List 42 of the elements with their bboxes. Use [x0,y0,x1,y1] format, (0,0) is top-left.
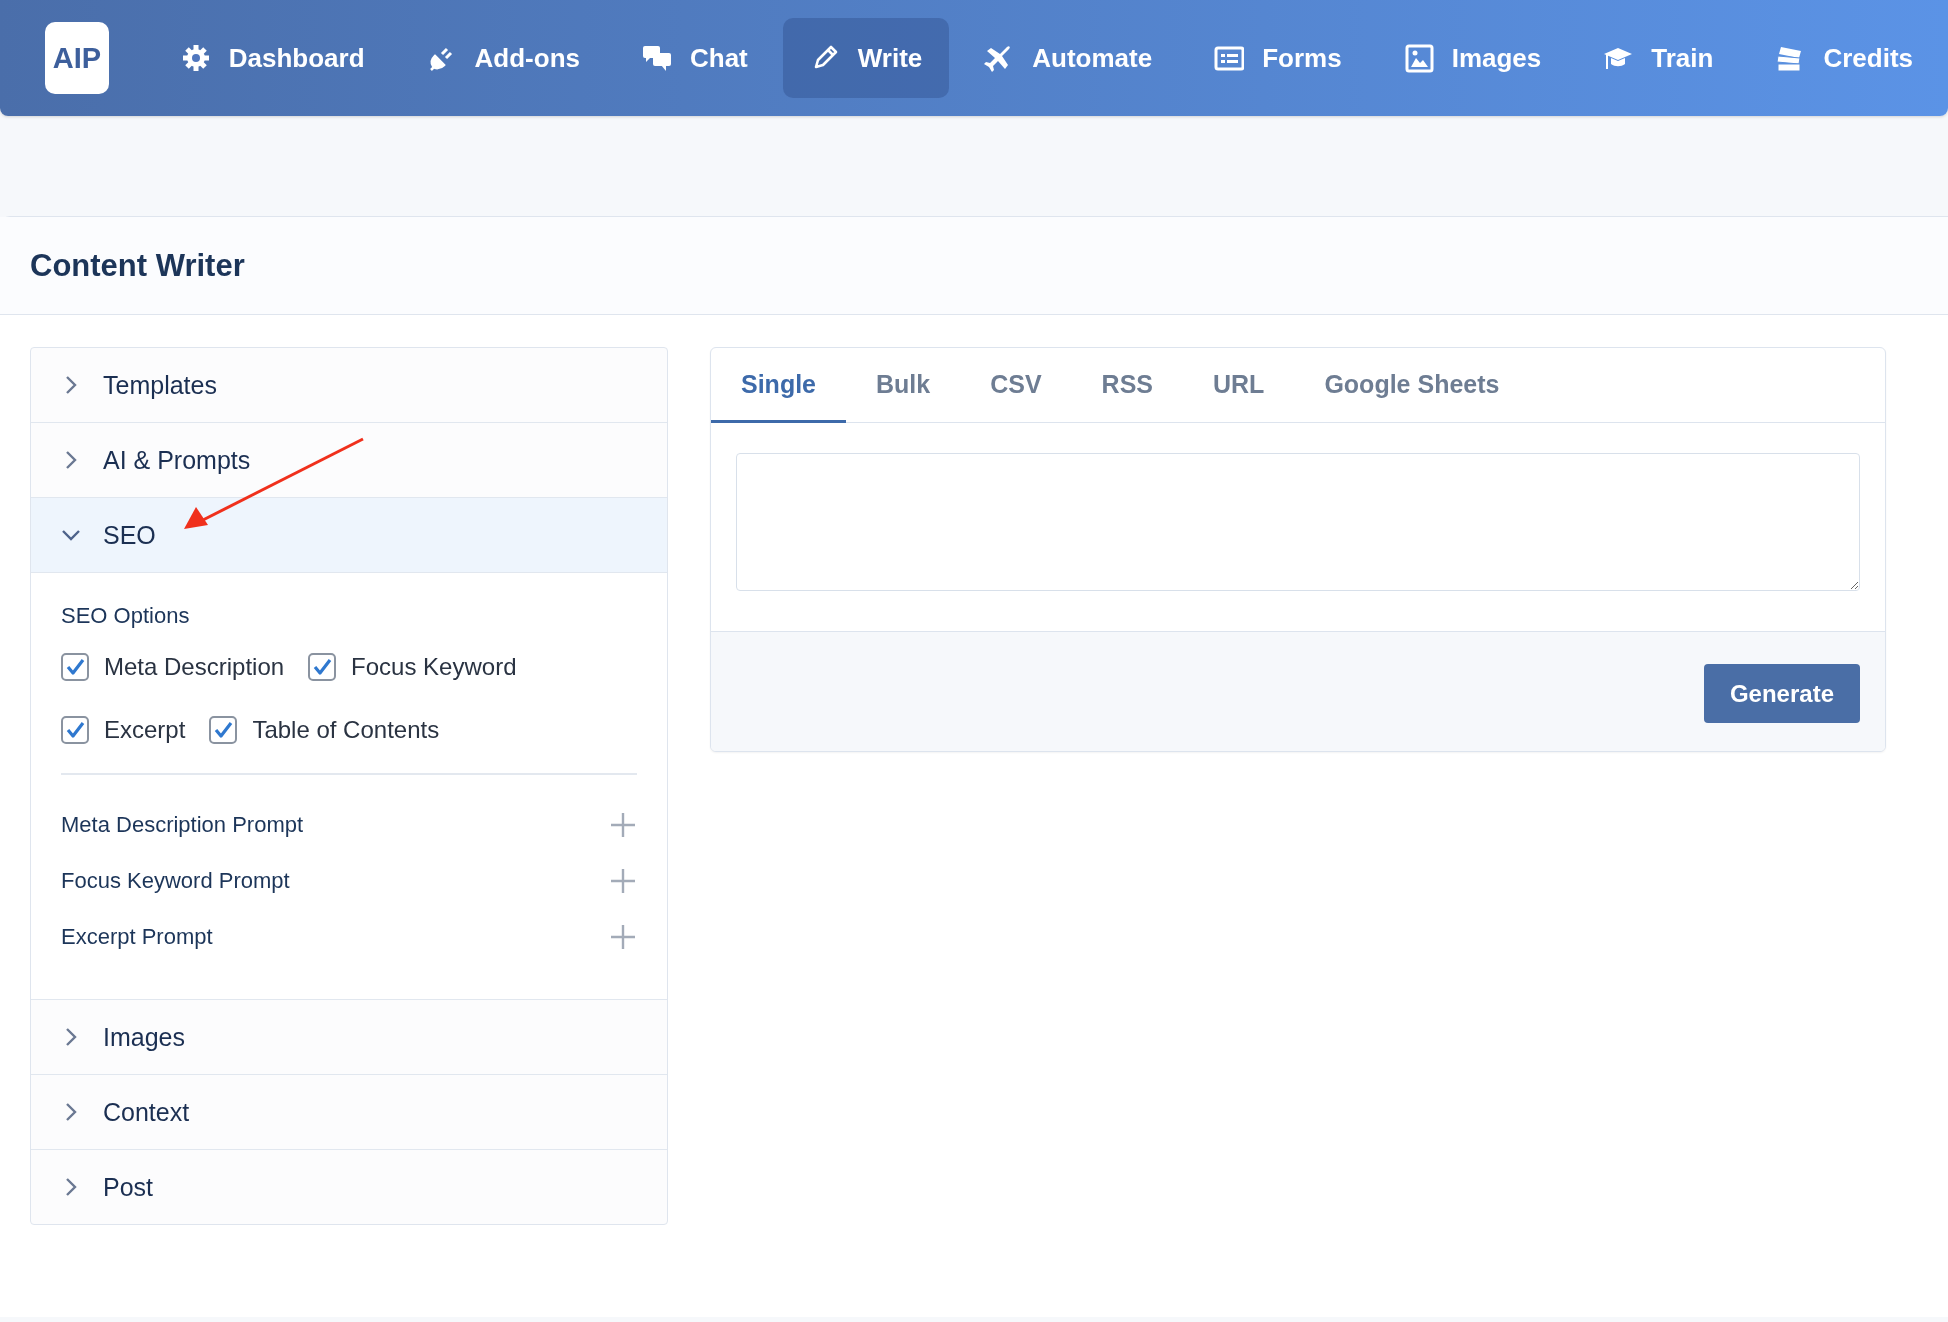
checkbox[interactable] [61,716,89,744]
prompt-label: Meta Description Prompt [61,812,304,838]
checkbox-label: Focus Keyword [351,653,517,681]
gear-icon [180,43,211,73]
prompt-label: Focus Keyword Prompt [61,868,290,894]
nav-item[interactable]: Automate [957,18,1180,98]
tab[interactable]: Single [711,348,846,423]
nav-item[interactable]: Forms [1187,18,1369,98]
nav-item[interactable]: Chat [615,18,775,98]
tab[interactable]: Bulk [846,348,961,423]
accordion-header[interactable]: Context [31,1075,667,1150]
plus-icon[interactable] [609,923,637,951]
tab[interactable]: RSS [1071,348,1183,423]
nav-item[interactable]: Train [1576,18,1741,98]
options-label: SEO Options [61,603,191,629]
nav-item[interactable]: Images [1376,18,1569,98]
nav-item[interactable]: Dashboard [153,18,392,98]
nav-item[interactable]: Credits [1748,18,1940,98]
accordion-header[interactable]: SEO [31,498,667,573]
page-title: Content Writer [30,247,245,284]
chat-bubbles-icon [642,43,672,73]
tab[interactable]: CSV [960,348,1072,423]
checkbox-label: Table of Contents [252,716,440,744]
checkbox[interactable] [61,653,89,681]
accordion-header[interactable]: Post [31,1150,667,1224]
prompt-input-field[interactable] [736,453,1860,591]
tab[interactable]: URL [1183,348,1295,423]
nav-item[interactable]: Add-ons [399,18,607,98]
accordion-header[interactable]: Images [31,1000,667,1075]
image-icon [1403,43,1434,73]
tab[interactable]: Google Sheets [1294,348,1530,423]
checkbox[interactable] [308,653,337,681]
plus-icon[interactable] [609,867,637,895]
checkbox[interactable] [209,716,238,744]
checkbox-label: Meta Description [104,653,285,681]
prompt-label: Excerpt Prompt [61,924,213,950]
nav-item[interactable]: Write [782,18,950,98]
checkbox-label: Excerpt [104,716,186,744]
accordion-header[interactable]: Templates [31,348,667,423]
plus-icon[interactable] [609,811,637,839]
logo[interactable]: AIP [45,22,109,94]
generate-button[interactable]: Generate [1703,664,1860,723]
